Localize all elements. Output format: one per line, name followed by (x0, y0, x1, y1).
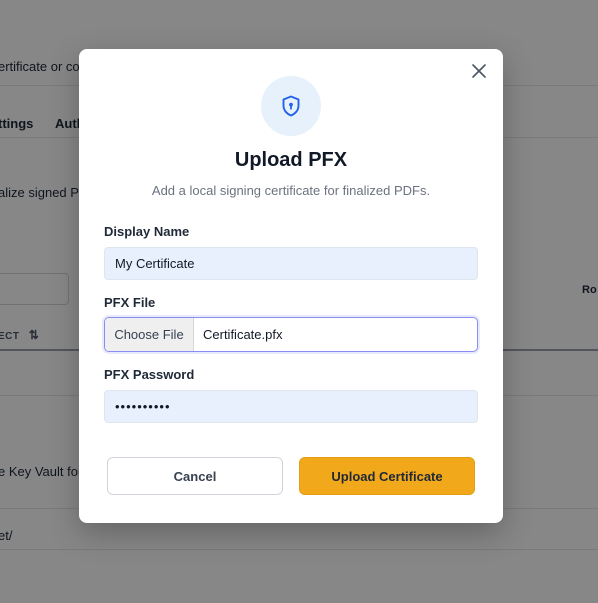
display-name-input[interactable] (104, 247, 478, 280)
pfx-file-input[interactable]: Choose File Certificate.pfx (104, 317, 478, 352)
choose-file-button[interactable]: Choose File (105, 318, 194, 351)
dialog-subtitle: Add a local signing certificate for fina… (151, 183, 431, 198)
selected-file-name: Certificate.pfx (203, 327, 283, 342)
pfx-password-label: PFX Password (104, 367, 195, 382)
shield-badge (261, 76, 321, 136)
pfx-file-label: PFX File (104, 295, 156, 310)
display-name-label: Display Name (104, 224, 190, 239)
shield-keyhole-icon (282, 95, 300, 117)
upload-pfx-dialog: Upload PFX Add a local signing certifica… (79, 49, 503, 523)
close-button[interactable] (469, 61, 489, 81)
close-icon (472, 64, 486, 78)
upload-certificate-button[interactable]: Upload Certificate (299, 457, 475, 495)
cancel-button[interactable]: Cancel (107, 457, 283, 495)
pfx-password-input[interactable] (104, 390, 478, 423)
dialog-title: Upload PFX (234, 149, 348, 171)
